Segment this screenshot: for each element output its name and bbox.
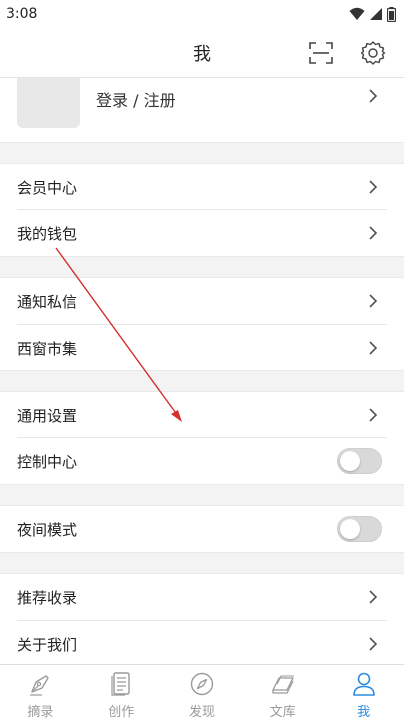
wifi-icon bbox=[349, 7, 365, 20]
chevron-right-icon bbox=[369, 341, 378, 355]
section-gap bbox=[0, 552, 404, 574]
bottom-tab-bar: 摘录 创作 发现 文库 我 bbox=[0, 664, 404, 720]
menu-item-general-settings[interactable]: 通用设置 bbox=[0, 392, 404, 438]
section-gap bbox=[0, 256, 404, 278]
chevron-right-icon bbox=[369, 226, 378, 240]
books-icon bbox=[272, 675, 294, 694]
chevron-right-icon bbox=[369, 590, 378, 604]
menu-item-wallet[interactable]: 我的钱包 bbox=[0, 210, 404, 256]
menu-item-label: 夜间模式 bbox=[17, 521, 78, 539]
menu-item-label: 通知私信 bbox=[17, 293, 78, 311]
menu-item-label: 推荐收录 bbox=[17, 589, 78, 607]
status-bar: 3:08 bbox=[0, 0, 404, 28]
pen-nib-icon bbox=[30, 675, 50, 696]
document-icon bbox=[111, 672, 130, 696]
scan-icon bbox=[309, 42, 333, 64]
page-title: 我 bbox=[193, 44, 211, 65]
menu-item-about[interactable]: 关于我们 bbox=[0, 621, 404, 664]
tab-discover[interactable]: 发现 bbox=[162, 665, 243, 720]
login-register-row[interactable]: 登录 / 注册 bbox=[0, 78, 404, 142]
menu-item-label: 控制中心 bbox=[17, 453, 78, 471]
compass-icon bbox=[190, 672, 214, 696]
tab-me[interactable]: 我 bbox=[323, 665, 404, 720]
menu-item-label: 通用设置 bbox=[17, 407, 78, 425]
settings-button[interactable] bbox=[358, 38, 388, 68]
menu-item-notifications[interactable]: 通知私信 bbox=[0, 278, 404, 324]
chevron-right-icon bbox=[369, 294, 378, 308]
menu-item-label: 我的钱包 bbox=[17, 225, 78, 243]
person-icon bbox=[352, 672, 375, 696]
night-mode-toggle[interactable] bbox=[337, 516, 382, 542]
toggle-knob bbox=[340, 519, 360, 539]
menu-item-member-center[interactable]: 会员中心 bbox=[0, 164, 404, 210]
menu-item-xichuang-market[interactable]: 西窗市集 bbox=[0, 325, 404, 371]
login-register-label: 登录 / 注册 bbox=[96, 91, 176, 110]
menu-item-label: 会员中心 bbox=[17, 179, 78, 197]
tab-label: 文库 bbox=[269, 705, 296, 720]
tab-label: 摘录 bbox=[27, 705, 54, 720]
tab-label: 发现 bbox=[188, 705, 215, 720]
menu-item-control-center: 控制中心 bbox=[0, 438, 404, 484]
toggle-knob bbox=[340, 451, 360, 471]
section-gap bbox=[0, 484, 404, 506]
signal-icon bbox=[370, 8, 382, 20]
tab-library[interactable]: 文库 bbox=[242, 665, 323, 720]
app-header: 我 bbox=[0, 28, 404, 78]
status-icons bbox=[349, 6, 396, 22]
control-center-toggle[interactable] bbox=[337, 448, 382, 474]
tab-create[interactable]: 创作 bbox=[81, 665, 162, 720]
chevron-right-icon bbox=[369, 637, 378, 651]
tab-label: 创作 bbox=[108, 705, 135, 720]
chevron-right-icon bbox=[369, 180, 378, 194]
gear-icon bbox=[360, 41, 386, 65]
menu-item-recommend[interactable]: 推荐收录 bbox=[0, 574, 404, 620]
chevron-right-icon bbox=[369, 408, 378, 422]
scan-button[interactable] bbox=[306, 40, 336, 66]
section-gap bbox=[0, 370, 404, 392]
menu-item-night-mode: 夜间模式 bbox=[0, 506, 404, 552]
section-gap bbox=[0, 142, 404, 164]
tab-excerpts[interactable]: 摘录 bbox=[0, 665, 81, 720]
menu-item-label: 关于我们 bbox=[17, 636, 78, 654]
avatar[interactable] bbox=[17, 78, 80, 128]
status-time: 3:08 bbox=[6, 6, 38, 22]
menu-item-label: 西窗市集 bbox=[17, 340, 78, 358]
tab-label: 我 bbox=[357, 705, 371, 720]
chevron-right-icon bbox=[369, 89, 378, 103]
battery-icon bbox=[387, 6, 396, 22]
